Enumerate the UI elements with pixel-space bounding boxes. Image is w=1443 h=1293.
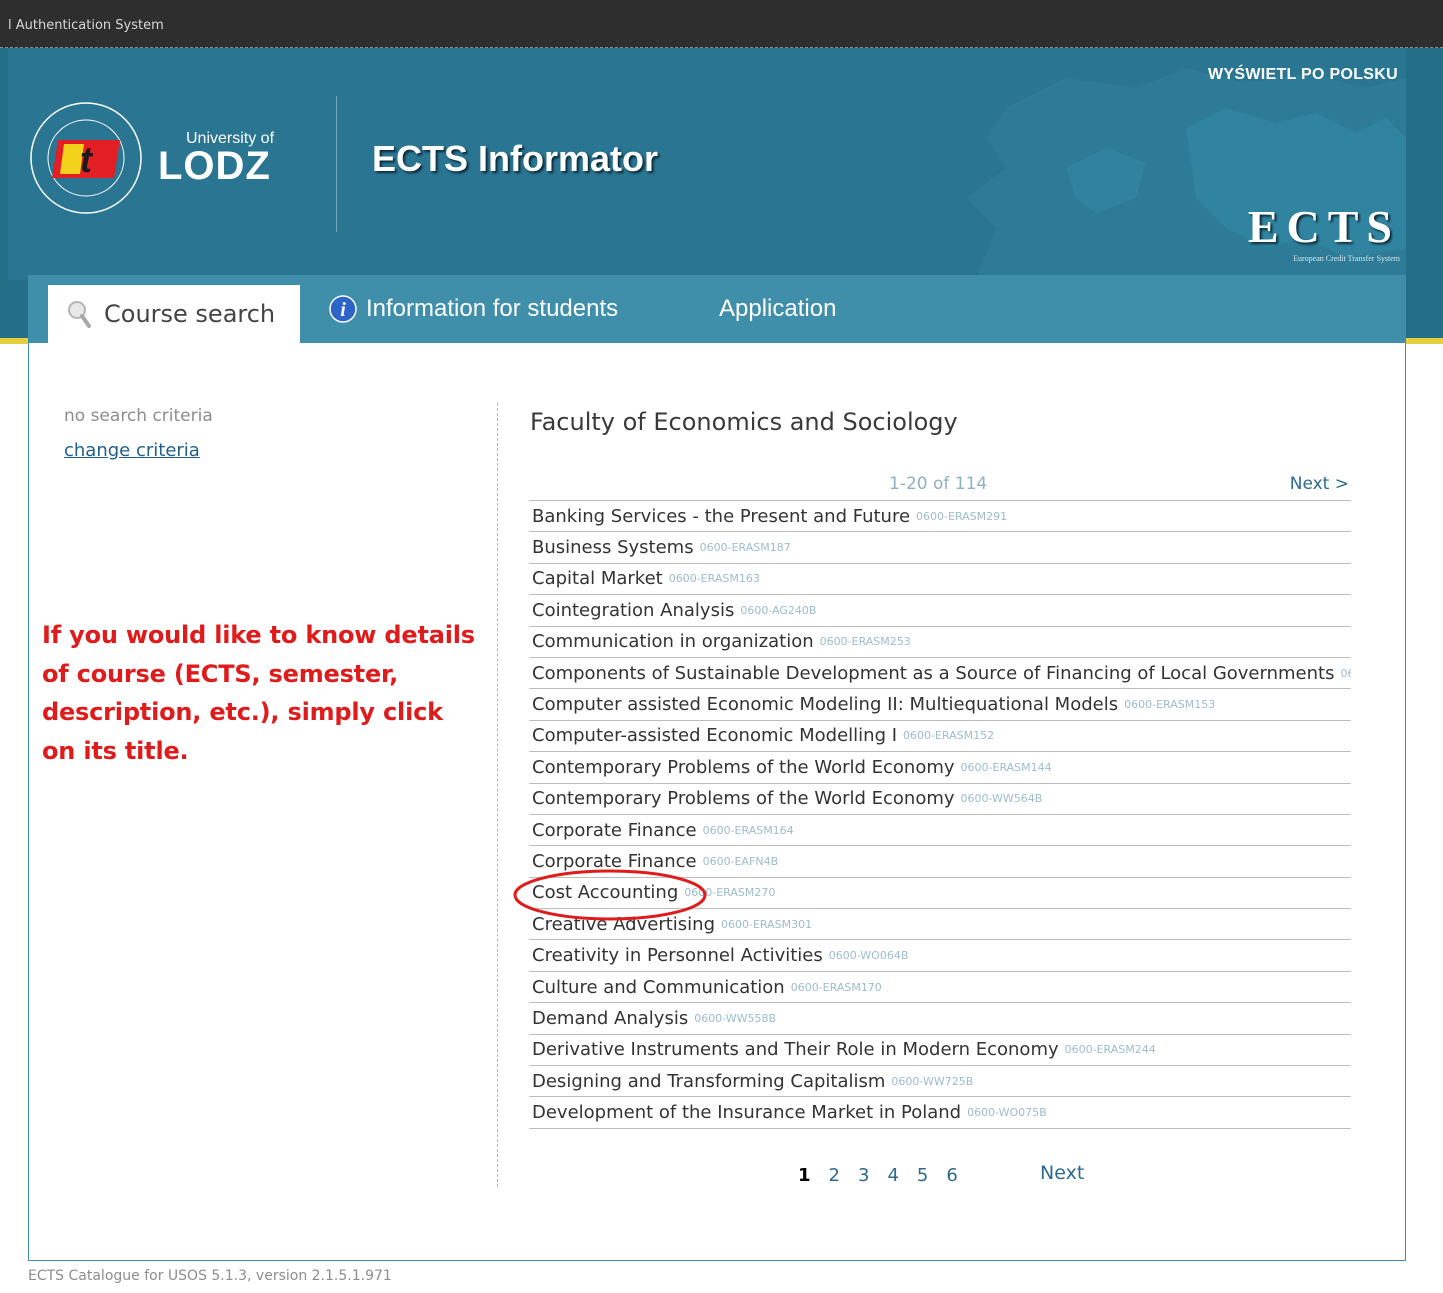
course-title[interactable]: Computer-assisted Economic Modelling I: [532, 725, 897, 746]
course-row[interactable]: Designing and Transforming Capitalism 060…: [529, 1066, 1351, 1098]
course-title[interactable]: Development of the Insurance Market in P…: [532, 1102, 961, 1123]
page-1-link[interactable]: 1: [798, 1165, 811, 1186]
course-row[interactable]: Business Systems 0600-ERASM187: [529, 532, 1351, 564]
course-row[interactable]: Cointegration Analysis 0600-AG240B: [529, 595, 1351, 627]
course-code: 0600-ERASM164: [702, 823, 794, 837]
course-title[interactable]: Designing and Transforming Capitalism: [532, 1071, 885, 1092]
ects-logo: ECTS: [1247, 201, 1400, 252]
course-row-highlighted[interactable]: Cost Accounting 0600-ERASM270: [529, 878, 1351, 910]
course-code: 0600-AG240B: [740, 603, 817, 617]
course-row[interactable]: Corporate Finance 0600-EAFN4B: [529, 846, 1351, 878]
tab-application-label: Application: [719, 295, 837, 322]
instruction-annotation: If you would like to know details of cou…: [42, 621, 475, 765]
course-title[interactable]: Contemporary Problems of the World Econo…: [532, 788, 955, 809]
course-code: 0600-EAFN4B: [702, 854, 779, 868]
course-row[interactable]: Derivative Instruments and Their Role in…: [529, 1035, 1351, 1067]
tab-information-for-students[interactable]: i Information for students: [328, 275, 668, 343]
course-row[interactable]: Creative Advertising 0600-ERASM301: [529, 909, 1351, 941]
footer-version: ECTS Catalogue for USOS 5.1.3, version 2…: [28, 1268, 392, 1284]
course-code: 0600-ERASM270: [684, 886, 776, 900]
course-title[interactable]: Computer assisted Economic Modeling II: …: [532, 694, 1118, 715]
course-row[interactable]: Culture and Communication 0600-ERASM170: [529, 972, 1351, 1004]
course-code: 0600-ERASM163: [668, 572, 760, 586]
course-row[interactable]: Components of Sustainable Development as…: [529, 658, 1351, 690]
course-code: 0600-WW564B: [960, 792, 1043, 806]
course-title[interactable]: Cost Accounting: [532, 882, 678, 903]
page-6-link[interactable]: 6: [946, 1165, 957, 1186]
course-row[interactable]: Banking Services - the Present and Futur…: [529, 501, 1351, 533]
course-row[interactable]: Capital Market 0600-ERASM163: [529, 564, 1351, 596]
course-row[interactable]: Creativity in Personnel Activities 0600-W…: [529, 940, 1351, 972]
pagination: 1 2 3 4 5 6: [798, 1162, 976, 1188]
course-code: 0600-ERASM144: [960, 760, 1052, 774]
university-name: LODZ: [158, 144, 271, 188]
course-title[interactable]: Communication in organization: [532, 631, 814, 652]
course-title[interactable]: Creativity in Personnel Activities: [532, 945, 823, 966]
course-row[interactable]: Contemporary Problems of the World Econo…: [529, 752, 1351, 784]
tab-course-search[interactable]: Course search: [48, 285, 300, 343]
course-code: 0600-WO075B: [967, 1106, 1047, 1120]
main-navigation: Course search i Information for students…: [28, 275, 1406, 343]
course-title[interactable]: Demand Analysis: [532, 1008, 688, 1029]
course-title[interactable]: Business Systems: [532, 537, 694, 558]
course-row[interactable]: Demand Analysis 0600-WW558B: [529, 1003, 1351, 1035]
tab-course-search-label: Course search: [104, 300, 276, 328]
results-count: 1-20 of 114: [889, 474, 988, 494]
search-criteria-status: no search criteria: [64, 406, 213, 426]
course-code: 060...: [1340, 666, 1351, 680]
results-pager-top: 1-20 of 114 Next >: [529, 474, 1351, 500]
course-code: 0600-ERASM153: [1124, 698, 1216, 712]
course-title[interactable]: Corporate Finance: [532, 851, 697, 872]
course-code: 0600-WW558B: [694, 1011, 777, 1025]
course-title[interactable]: Components of Sustainable Development as…: [532, 663, 1334, 684]
svg-text:t: t: [80, 139, 94, 180]
course-code: 0600-ERASM152: [903, 729, 995, 743]
course-row[interactable]: Computer-assisted Economic Modelling I 06…: [529, 721, 1351, 753]
course-row[interactable]: Computer assisted Economic Modeling II: …: [529, 689, 1351, 721]
course-title[interactable]: Contemporary Problems of the World Econo…: [532, 757, 955, 778]
change-criteria-link[interactable]: change criteria: [64, 440, 200, 461]
course-row[interactable]: Corporate Finance 0600-ERASM164: [529, 815, 1351, 847]
tab-information-label: Information for students: [366, 295, 619, 322]
polish-language-link[interactable]: WYŚWIETL PO POLSKU: [1208, 66, 1398, 84]
browser-top-bar: l Authentication System: [0, 0, 1443, 48]
search-icon: [68, 301, 91, 328]
info-icon: i: [329, 295, 357, 323]
header-divider: [336, 96, 337, 232]
course-title[interactable]: Capital Market: [532, 568, 663, 589]
course-code: 0600-ERASM244: [1064, 1043, 1156, 1057]
course-row[interactable]: Development of the Insurance Market in P…: [529, 1097, 1351, 1129]
course-row[interactable]: Contemporary Problems of the World Econo…: [529, 784, 1351, 815]
course-code: 0600-ERASM301: [721, 917, 813, 931]
tab-application[interactable]: Application: [719, 275, 859, 343]
svg-text:i: i: [340, 299, 346, 321]
course-title[interactable]: Banking Services - the Present and Futur…: [532, 506, 910, 527]
next-page-link[interactable]: Next: [1040, 1162, 1084, 1184]
course-title[interactable]: Culture and Communication: [532, 977, 785, 998]
header-banner: WYŚWIETL PO POLSKU t University of LODZ …: [8, 48, 1406, 280]
app-title: ECTS Informator: [372, 138, 659, 179]
university-logo-icon: t: [30, 102, 142, 214]
course-title[interactable]: Corporate Finance: [532, 820, 697, 841]
course-code: 0600-ERASM170: [790, 980, 882, 994]
course-code: 0600-WO064B: [828, 949, 909, 963]
course-title[interactable]: Derivative Instruments and Their Role in…: [532, 1039, 1059, 1060]
page-2-link[interactable]: 2: [829, 1165, 840, 1186]
next-page-link-top[interactable]: Next >: [1290, 474, 1349, 494]
page-4-link[interactable]: 4: [887, 1165, 898, 1186]
course-title[interactable]: Cointegration Analysis: [532, 600, 734, 621]
course-code: 0600-WW725B: [891, 1074, 974, 1088]
course-code: 0600-ERASM291: [916, 509, 1008, 523]
column-divider: [497, 403, 498, 1187]
course-title[interactable]: Creative Advertising: [532, 914, 715, 935]
page-3-link[interactable]: 3: [858, 1165, 869, 1186]
faculty-title: Faculty of Economics and Sociology: [530, 408, 958, 436]
course-list: Banking Services - the Present and Futur…: [529, 500, 1351, 1129]
course-code: 0600-ERASM253: [819, 635, 911, 649]
course-code: 0600-ERASM187: [699, 541, 791, 555]
ects-logo-subtitle: European Credit Transfer System: [1293, 254, 1400, 263]
page-5-link[interactable]: 5: [917, 1165, 928, 1186]
auth-system-label: l Authentication System: [8, 18, 164, 33]
course-row[interactable]: Communication in organization 0600-ERASM2…: [529, 627, 1351, 658]
